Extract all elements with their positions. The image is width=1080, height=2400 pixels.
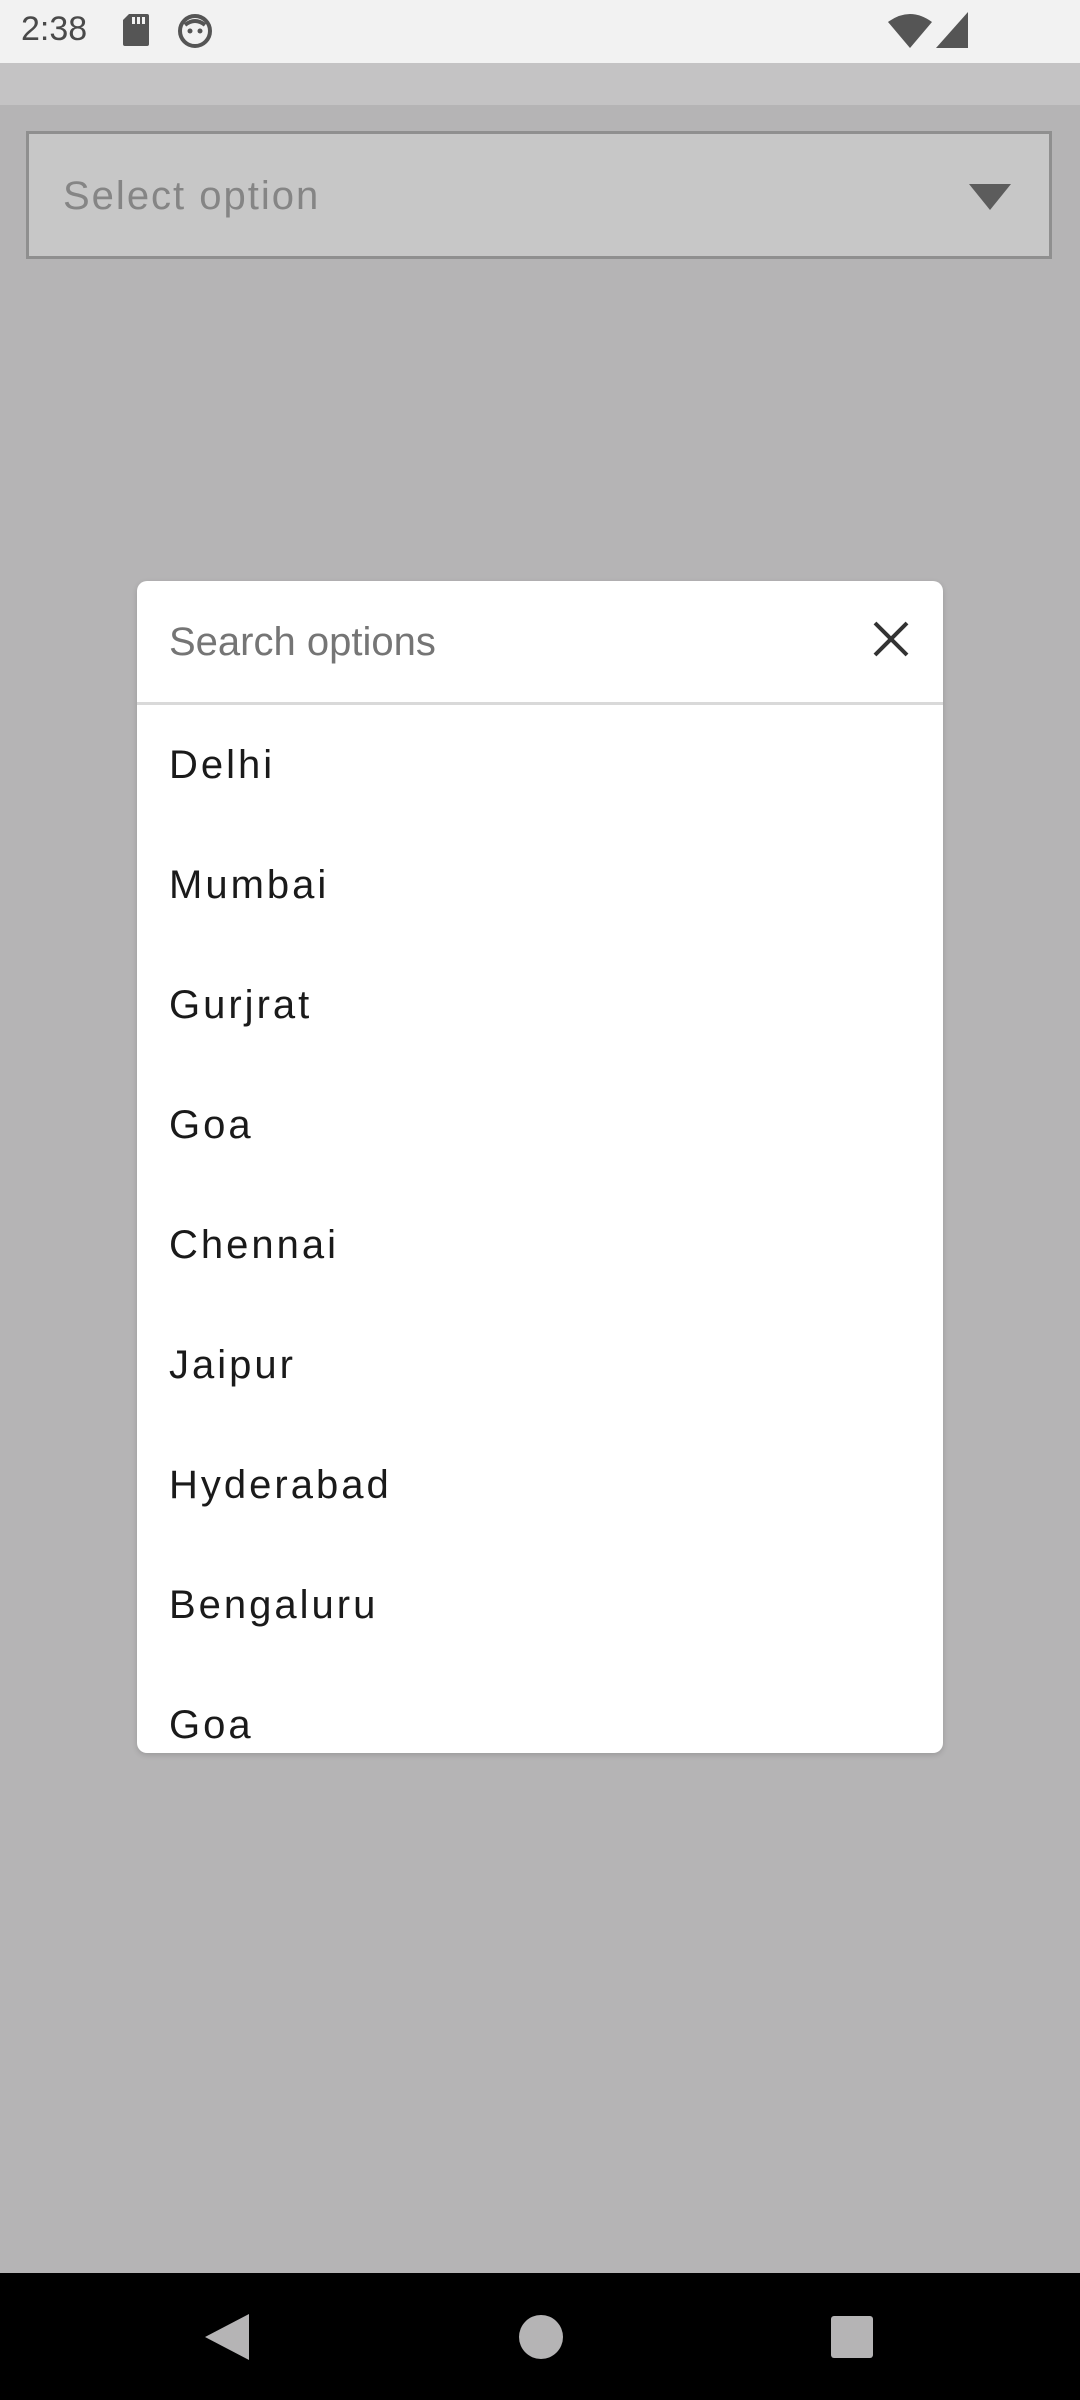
search-input[interactable] — [169, 609, 849, 675]
option-item[interactable]: Goa — [137, 1665, 943, 1753]
option-item[interactable]: Goa — [137, 1065, 943, 1185]
wifi-icon — [888, 14, 932, 53]
option-item[interactable]: Delhi — [137, 705, 943, 825]
close-button[interactable] — [853, 603, 929, 679]
status-bar: 2:38 — [0, 0, 1080, 63]
options-list[interactable]: Delhi Mumbai Gurjrat Goa Chennai Jaipur … — [137, 705, 943, 1753]
option-item[interactable]: Mumbai — [137, 825, 943, 945]
android-face-icon — [177, 13, 213, 54]
option-item[interactable]: Jaipur — [137, 1305, 943, 1425]
select-dropdown[interactable]: Select option — [26, 131, 1052, 259]
search-bar — [137, 581, 943, 705]
select-placeholder: Select option — [63, 174, 321, 218]
recents-icon[interactable] — [831, 2316, 873, 2363]
option-item[interactable]: Chennai — [137, 1185, 943, 1305]
home-icon[interactable] — [518, 2314, 564, 2365]
sd-card-icon — [123, 14, 149, 51]
back-icon[interactable] — [205, 2314, 249, 2365]
signal-icon — [936, 12, 968, 53]
option-item[interactable]: Gurjrat — [137, 945, 943, 1065]
app-bar — [0, 63, 1080, 105]
status-time: 2:38 — [21, 10, 88, 48]
dropdown-arrow-icon — [969, 184, 1011, 210]
options-dialog: Delhi Mumbai Gurjrat Goa Chennai Jaipur … — [137, 581, 943, 1753]
option-item[interactable]: Bengaluru — [137, 1545, 943, 1665]
option-item[interactable]: Hyderabad — [137, 1425, 943, 1545]
navigation-bar — [0, 2273, 1080, 2400]
close-icon — [872, 620, 910, 663]
